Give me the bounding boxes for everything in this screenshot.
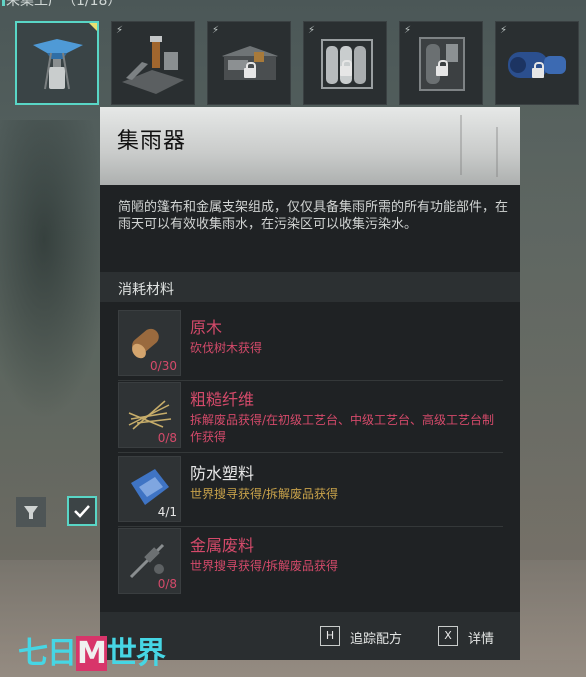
material-icon-slot: 0/8	[118, 382, 181, 448]
material-row[interactable]: 0/8 粗糙纤维 拆解废品获得/在初级工艺台、中级工艺台、高级工艺台制作获得	[118, 382, 503, 453]
material-icon-slot: 0/8	[118, 528, 181, 594]
watermark-text-b: M	[76, 636, 107, 671]
tile-machine-6[interactable]: ⚡	[495, 21, 579, 105]
material-source: 世界搜寻获得/拆解废品获得	[190, 487, 339, 501]
detail-key-hint[interactable]: X	[438, 626, 458, 646]
category-title: 采集工厂（1/18）	[6, 0, 122, 8]
row-divider	[118, 526, 503, 527]
materials-header: 消耗材料	[100, 272, 520, 302]
panel-header: 集雨器	[100, 107, 520, 185]
material-icon-slot: 4/1	[118, 456, 181, 522]
material-name: 粗糙纤维	[190, 390, 255, 409]
confirm-checkbox[interactable]	[67, 496, 97, 526]
power-icon: ⚡	[116, 25, 124, 36]
material-quantity: 4/1	[157, 505, 177, 519]
material-source: 世界搜寻获得/拆解废品获得	[190, 559, 339, 573]
material-quantity: 0/8	[157, 431, 177, 445]
watermark-text-a: 七日	[18, 636, 77, 671]
detail-label[interactable]: 详情	[468, 628, 494, 647]
tile-machine-4[interactable]: ⚡	[303, 21, 387, 105]
material-name: 金属废料	[190, 536, 255, 555]
material-source: 拆解废品获得/在初级工艺台、中级工艺台、高级工艺台制作获得	[190, 413, 495, 444]
power-icon: ⚡	[212, 25, 220, 36]
item-title: 集雨器	[117, 129, 187, 154]
top-bar: 采集工厂（1/18）	[0, 0, 586, 8]
track-key-hint[interactable]: H	[320, 626, 340, 646]
tile-workbench-stairs[interactable]: ⚡	[111, 21, 195, 105]
top-bar-marker	[2, 0, 5, 6]
material-name: 防水塑料	[190, 464, 255, 483]
material-quantity: 0/8	[157, 577, 177, 591]
track-recipe-label[interactable]: 追踪配方	[350, 628, 402, 647]
workbench-stairs-icon	[122, 36, 184, 94]
item-description: 简陋的篷布和金属支架组成，仅仅具备集雨所需的所有功能部件，在雨天可以有效收集雨水…	[118, 200, 509, 232]
watermark-logo: 七日M世界	[18, 628, 166, 671]
material-quantity: 0/30	[150, 359, 177, 373]
material-row[interactable]: 0/8 金属废料 世界搜寻获得/拆解废品获得	[118, 528, 503, 594]
filter-icon	[24, 506, 38, 519]
materials-header-label: 消耗材料	[118, 282, 174, 298]
lock-icon	[340, 60, 352, 76]
power-icon: ⚡	[404, 25, 412, 36]
material-row[interactable]: 0/30 原木 砍伐树木获得	[118, 310, 503, 381]
checkmark-icon	[74, 505, 90, 518]
header-texture	[496, 127, 498, 177]
power-icon: ⚡	[308, 25, 316, 36]
material-row[interactable]: 4/1 防水塑料 世界搜寻获得/拆解废品获得	[118, 456, 503, 527]
row-divider	[118, 452, 503, 453]
material-icon-slot: 0/30	[118, 310, 181, 376]
lock-icon	[436, 60, 448, 76]
tile-machine-3[interactable]: ⚡	[207, 21, 291, 105]
material-name: 原木	[190, 318, 223, 337]
material-source: 砍伐树木获得	[190, 341, 263, 355]
new-indicator	[89, 23, 97, 31]
rain-collector-icon	[33, 39, 83, 90]
tile-rain-collector[interactable]	[15, 21, 99, 105]
recipe-detail-panel: 集雨器 简陋的篷布和金属支架组成，仅仅具备集雨所需的所有功能部件，在雨天可以有效…	[100, 107, 520, 660]
header-texture	[460, 115, 462, 175]
background-shadow	[0, 120, 110, 420]
lock-icon	[244, 62, 256, 78]
power-icon: ⚡	[500, 25, 508, 36]
lock-icon	[532, 62, 544, 78]
watermark-text-c: 世界	[106, 636, 166, 671]
filter-button[interactable]	[16, 497, 46, 527]
tile-machine-5[interactable]: ⚡	[399, 21, 483, 105]
row-divider	[118, 380, 503, 381]
